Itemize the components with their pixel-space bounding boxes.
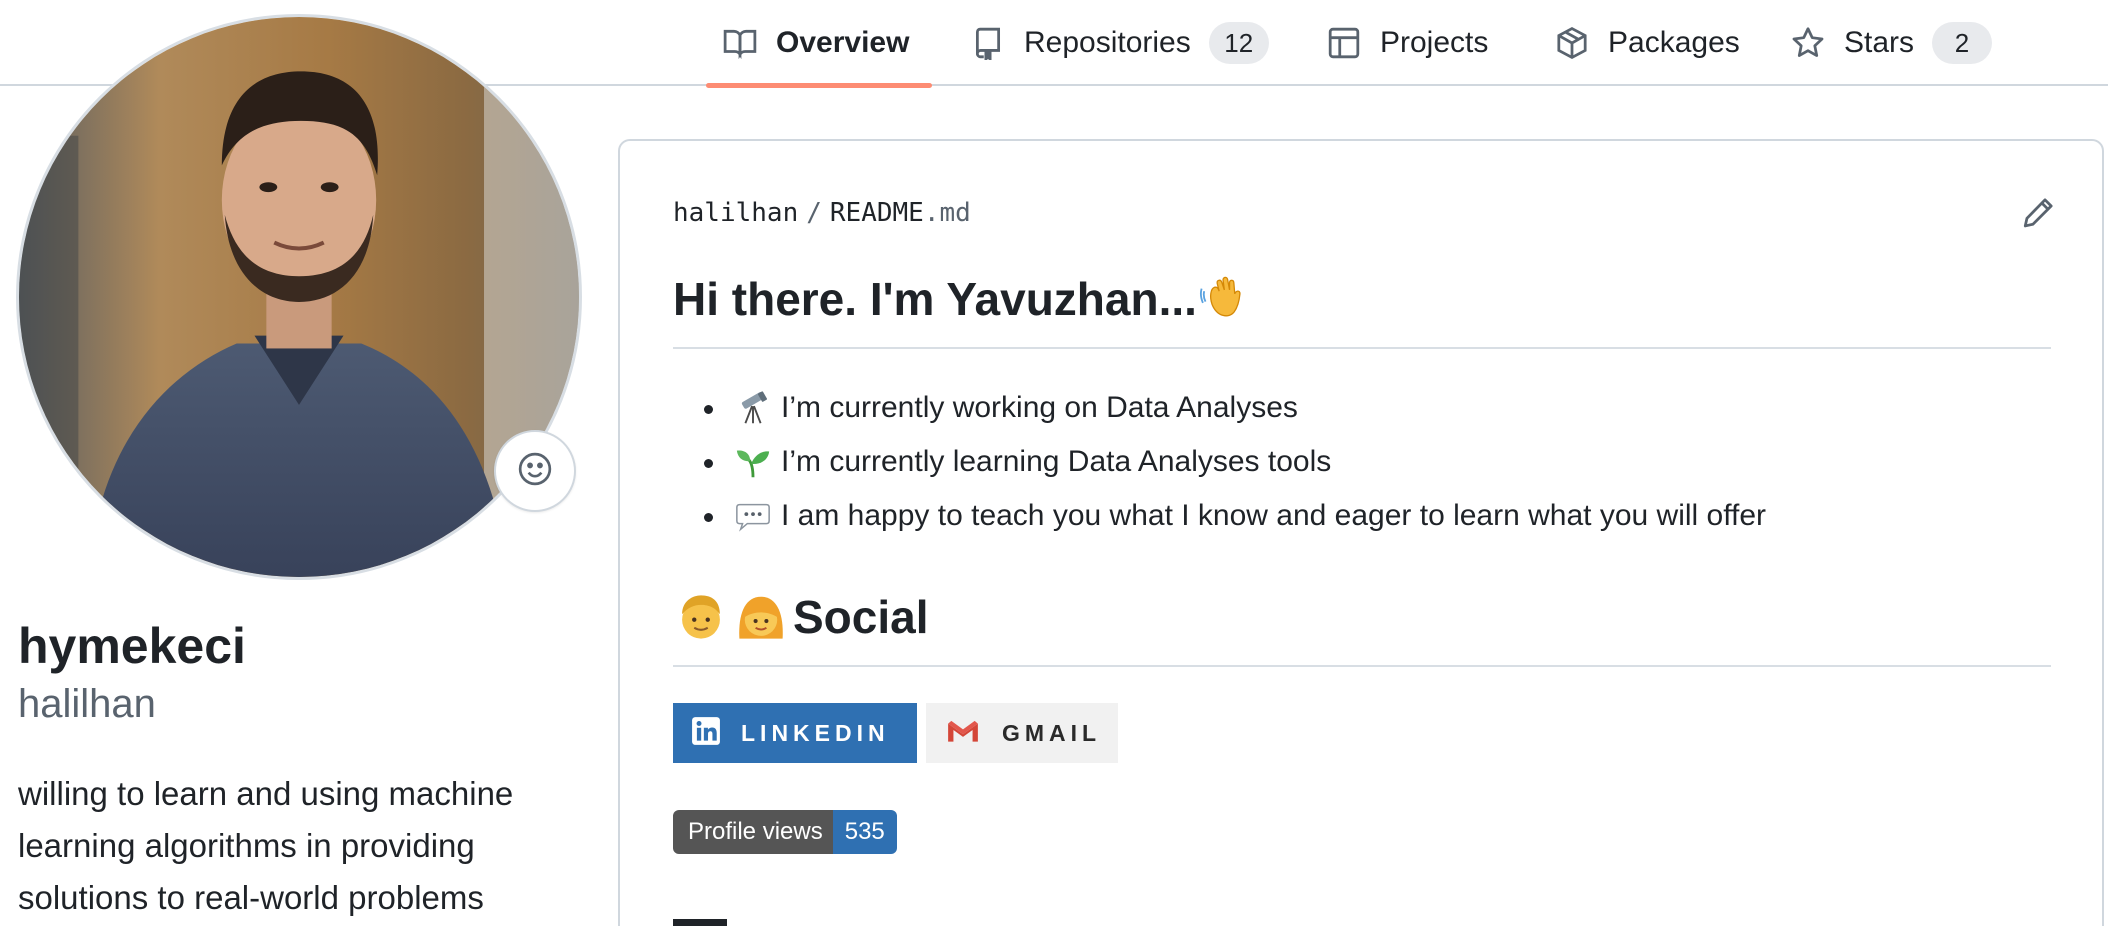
readme-path: halilhan / README.md — [673, 198, 971, 228]
profile-views-label: Profile views — [673, 810, 833, 854]
profile-name: hymekeci — [18, 618, 246, 674]
list-item-text: I’m currently working on Data Analyses — [781, 391, 1298, 424]
gmail-badge-label: GMAIL — [1002, 719, 1102, 746]
avatar[interactable] — [16, 14, 582, 580]
speech-bubble-icon — [733, 496, 773, 536]
repositories-count-badge: 12 — [1208, 22, 1269, 64]
tab-projects[interactable]: Projects — [1310, 0, 1504, 86]
package-icon — [1554, 25, 1590, 61]
avatar-container — [16, 14, 582, 580]
woman-icon — [733, 589, 789, 645]
linkedin-icon — [691, 716, 721, 751]
readme-owner-link[interactable]: halilhan — [673, 198, 798, 228]
tab-packages-label: Packages — [1608, 26, 1740, 59]
repo-icon — [970, 25, 1006, 61]
readme-bullet-list: I’m currently working on Data Analyses I… — [673, 381, 1766, 543]
list-item: I am happy to teach you what I know and … — [673, 489, 1766, 543]
heading-divider — [673, 347, 2051, 349]
star-icon — [1790, 25, 1826, 61]
profile-views-badge[interactable]: Profile views 535 — [673, 810, 897, 854]
path-separator: / — [806, 198, 822, 228]
linkedin-badge[interactable]: LINKEDIN — [673, 703, 917, 763]
stars-count-badge: 2 — [1932, 22, 1993, 64]
gmail-badge[interactable]: GMAIL — [926, 703, 1118, 763]
book-icon — [722, 25, 758, 61]
tab-projects-label: Projects — [1380, 26, 1489, 59]
profile-views-count: 535 — [832, 810, 897, 854]
tab-repositories-label: Repositories — [1024, 26, 1191, 59]
readme-heading: Hi there. I'm Yavuzhan... — [673, 271, 1261, 327]
list-item: I’m currently learning Data Analyses too… — [673, 435, 1766, 489]
social-divider — [673, 665, 2051, 667]
smiley-icon — [517, 451, 553, 492]
tab-overview[interactable]: Overview — [706, 0, 932, 88]
social-heading: Social — [673, 589, 929, 645]
readme-heading-text: Hi there. I'm Yavuzhan... — [673, 273, 1197, 325]
readme-panel: halilhan / README.md Hi there. I'm Yavuzha… — [618, 139, 2104, 926]
seedling-icon — [733, 442, 773, 482]
readme-file-base: README — [829, 198, 924, 228]
social-heading-text: Social — [793, 591, 929, 643]
tab-overview-label: Overview — [776, 26, 910, 59]
list-item: I’m currently working on Data Analyses — [673, 381, 1766, 435]
gmail-icon — [946, 718, 980, 749]
man-icon — [673, 589, 729, 645]
set-status-button[interactable] — [494, 430, 576, 512]
list-item-text: I am happy to teach you what I know and … — [781, 499, 1767, 532]
table-icon — [1326, 25, 1362, 61]
readme-file-link[interactable]: README.md — [830, 198, 971, 228]
edit-readme-button[interactable] — [2018, 195, 2058, 235]
pencil-icon — [2021, 196, 2055, 235]
list-item-text: I’m currently learning Data Analyses too… — [781, 445, 1332, 478]
tab-stars-label: Stars — [1844, 26, 1915, 59]
telescope-icon — [733, 388, 773, 428]
profile-bio: willing to learn and using machine learn… — [18, 775, 514, 916]
waving-hand-icon — [1197, 271, 1253, 327]
tab-stars[interactable]: Stars 2 — [1774, 0, 2008, 86]
linkedin-badge-label: LINKEDIN — [741, 719, 890, 746]
readme-file-ext: .md — [923, 198, 971, 228]
profile-login: halilhan — [18, 682, 156, 726]
tab-repositories[interactable]: Repositories 12 — [954, 0, 1285, 86]
tab-packages[interactable]: Packages — [1538, 0, 1756, 86]
cutoff-graphic — [673, 919, 727, 926]
